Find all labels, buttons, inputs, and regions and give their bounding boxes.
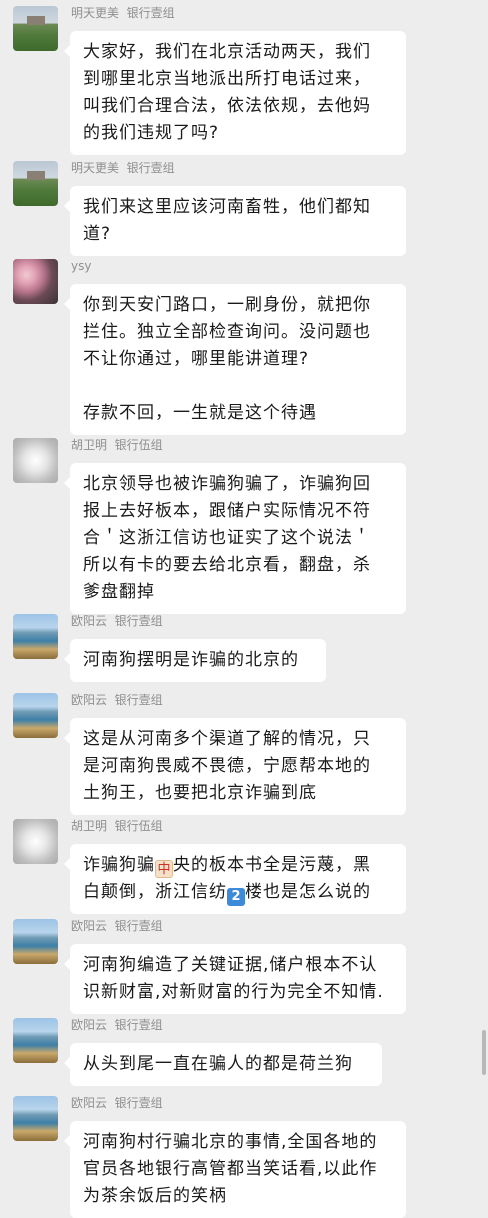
blurred-avatar[interactable] [13,438,58,483]
blossom-avatar[interactable] [13,259,58,304]
message-line: 这是从河南多个渠道了解的情况，只 [83,729,371,749]
message-line: 道? [83,224,112,244]
sender-name: 胡卫明 银行伍组 [71,438,163,452]
sender-name: ysy [71,259,92,273]
message-line: 河南狗村行骗北京的事情,全国各地的 [83,1132,378,1152]
field-avatar[interactable] [13,6,58,51]
chat-message-list[interactable]: 明天更美 银行壹组 大家好，我们在北京活动两天，我们 到哪里北京当地派出所打电话… [0,0,488,1218]
message-line: 的我们违规了吗? [83,123,220,143]
message-line: 爹盘翻掉 [83,582,155,602]
sender-name: 胡卫明 银行伍组 [71,819,163,833]
message-line: 所以有卡的要去给北京看，翻盘，杀 [83,555,371,575]
sender-name: 明天更美 银行壹组 [71,161,175,175]
message-line: 存款不回，一生就是这个待遇 [83,403,317,423]
message-line: 从头到尾一直在骗人的都是荷兰狗 [83,1054,353,1074]
blurred-avatar[interactable] [13,819,58,864]
sender-name: 欧阳云 银行壹组 [71,1018,163,1032]
message-line: 土狗王，也要把北京诈骗到底 [83,783,317,803]
message-line: 白颠倒，浙江信纺 2 楼也是怎么说的 [83,882,371,906]
message-bubble[interactable]: 这是从河南多个渠道了解的情况，只 是河南狗畏威不畏德，宁愿帮本地的 土狗王，也要… [64,718,406,815]
message-line: 到哪里北京当地派出所打电话过来， [83,69,371,89]
lake-avatar[interactable] [13,1018,58,1063]
message-line: 官员各地银行高管都当笑话看,以此作 [83,1159,378,1179]
sender-name: 欧阳云 银行壹组 [71,614,163,628]
message-line: 不让你通过，哪里能讲道理? [83,349,310,369]
lake-avatar[interactable] [13,919,58,964]
message-line: 你到天安门路口，一刷身份，就把你 [83,295,371,315]
message-bubble[interactable]: 河南狗村行骗北京的事情,全国各地的 官员各地银行高管都当笑话看,以此作 为茶余饭… [64,1121,406,1218]
message-bubble[interactable]: 你到天安门路口，一刷身份，就把你 拦住。独立全部检查询问。没问题也 不让你通过，… [64,284,406,435]
message-line: 为茶余饭后的笑柄 [83,1186,227,1206]
message-line: 诈骗狗骗中央的板本书全是污蔑，黑 [83,855,371,878]
message-bubble[interactable]: 河南狗摆明是诈骗的北京的 [64,639,326,682]
lake-avatar[interactable] [13,1096,58,1141]
field-avatar[interactable] [13,161,58,206]
message-line: 北京领导也被诈骗狗骗了，诈骗狗回 [83,474,371,494]
scrollbar-thumb[interactable] [482,1030,486,1075]
message-line: 河南狗摆明是诈骗的北京的 [83,650,299,670]
lake-avatar[interactable] [13,614,58,659]
mahjong-zhong-emoji-icon: 中 [155,860,173,878]
sender-name: 欧阳云 银行壹组 [71,693,163,707]
keycap-two-emoji-icon: 2 [227,888,245,906]
message-bubble[interactable]: 从头到尾一直在骗人的都是荷兰狗 [64,1043,382,1086]
message-line: 河南狗编造了关键证据,储户根本不认 [83,955,378,975]
message-line: 合＇这浙江信访也证实了这个说法＇ [83,528,371,548]
message-line: 叫我们合理合法，依法依规，去他妈 [83,96,371,116]
message-line: 报上去好板本，跟储户实际情况不符 [83,501,371,521]
message-line: 拦住。独立全部检查询问。没问题也 [83,322,371,342]
message-line: 大家好，我们在北京活动两天，我们 [83,42,371,62]
message-bubble[interactable]: 河南狗编造了关键证据,储户根本不认 识新财富,对新财富的行为完全不知情. [64,944,406,1014]
message-line: 识新财富,对新财富的行为完全不知情. [83,982,384,1002]
message-bubble[interactable]: 大家好，我们在北京活动两天，我们 到哪里北京当地派出所打电话过来， 叫我们合理合… [64,31,406,155]
message-line: 我们来这里应该河南畜牲，他们都知 [83,197,371,217]
sender-name: 欧阳云 银行壹组 [71,919,163,933]
message-line: 是河南狗畏威不畏德，宁愿帮本地的 [83,756,371,776]
message-bubble[interactable]: 北京领导也被诈骗狗骗了，诈骗狗回 报上去好板本，跟储户实际情况不符 合＇这浙江信… [64,463,406,614]
sender-name: 欧阳云 银行壹组 [71,1096,163,1110]
lake-avatar[interactable] [13,693,58,738]
message-bubble[interactable]: 诈骗狗骗中央的板本书全是污蔑，黑 白颠倒，浙江信纺 2 楼也是怎么说的 [64,844,406,914]
sender-name: 明天更美 银行壹组 [71,6,175,20]
message-bubble[interactable]: 我们来这里应该河南畜牲，他们都知 道? [64,186,406,256]
